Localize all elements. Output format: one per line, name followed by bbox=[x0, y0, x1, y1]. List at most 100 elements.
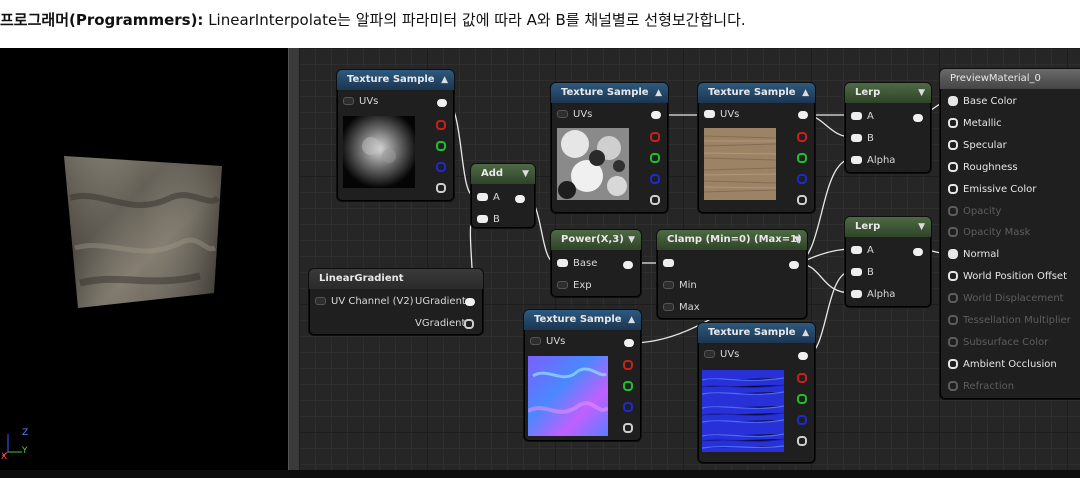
material-input-pin-icon[interactable] bbox=[948, 139, 958, 150]
texture-sample-node-1[interactable]: Texture Sample ▲ UVs bbox=[336, 69, 455, 202]
output-pin-icon[interactable] bbox=[913, 114, 923, 122]
material-input-pin-icon[interactable] bbox=[948, 358, 958, 369]
output-blue-pin-icon[interactable] bbox=[623, 402, 633, 412]
material-pin-row[interactable]: Specular bbox=[948, 139, 1007, 151]
material-pin-row[interactable]: Ambient Occlusion bbox=[948, 358, 1057, 370]
texture-sample-node-2[interactable]: Texture Sample ▲ UVs bbox=[550, 82, 669, 214]
material-input-pin-icon[interactable] bbox=[948, 380, 958, 391]
texture-sample-node-5[interactable]: Texture Sample ▲ UVs bbox=[697, 322, 816, 464]
output-red-pin-icon[interactable] bbox=[623, 360, 633, 370]
input-pin-icon[interactable] bbox=[663, 281, 674, 289]
output-blue-pin-icon[interactable] bbox=[797, 174, 807, 184]
material-input-pin-icon[interactable] bbox=[948, 315, 958, 325]
output-alpha-pin-icon[interactable] bbox=[797, 436, 807, 446]
collapse-arrow-icon[interactable]: ▼ bbox=[794, 230, 801, 250]
collapse-arrow-icon[interactable]: ▼ bbox=[918, 83, 925, 103]
output-green-pin-icon[interactable] bbox=[797, 153, 807, 163]
input-pin-icon[interactable] bbox=[663, 259, 674, 267]
material-input-pin-icon[interactable] bbox=[948, 249, 958, 260]
collapse-arrow-icon[interactable]: ▲ bbox=[802, 323, 809, 343]
material-pin-row[interactable]: Opacity Mask bbox=[948, 227, 1030, 238]
input-pin-icon[interactable] bbox=[343, 97, 354, 105]
output-red-pin-icon[interactable] bbox=[650, 132, 660, 142]
input-pin-icon[interactable] bbox=[315, 297, 326, 305]
output-rgb-pin-icon[interactable] bbox=[651, 111, 661, 119]
output-red-pin-icon[interactable] bbox=[797, 373, 807, 383]
preview-viewport[interactable]: Z Y X bbox=[0, 48, 288, 470]
output-pin-icon[interactable] bbox=[913, 248, 923, 256]
output-pin-icon[interactable] bbox=[789, 261, 799, 269]
output-alpha-pin-icon[interactable] bbox=[797, 195, 807, 205]
output-blue-pin-icon[interactable] bbox=[650, 174, 660, 184]
output-pin-icon[interactable] bbox=[623, 261, 633, 269]
input-pin-icon[interactable] bbox=[557, 259, 568, 267]
collapse-arrow-icon[interactable]: ▼ bbox=[918, 217, 925, 237]
output-rgb-pin-icon[interactable] bbox=[624, 339, 634, 347]
output-green-pin-icon[interactable] bbox=[650, 153, 660, 163]
input-pin-icon[interactable] bbox=[477, 193, 488, 201]
material-pin-row[interactable]: Subsurface Color bbox=[948, 336, 1048, 348]
output-alpha-pin-icon[interactable] bbox=[436, 183, 446, 193]
collapse-arrow-icon[interactable]: ▲ bbox=[655, 83, 662, 103]
linear-gradient-node[interactable]: LinearGradient UV Channel (V2) UGradient… bbox=[308, 268, 484, 336]
output-rgb-pin-icon[interactable] bbox=[798, 352, 808, 360]
ugradient-output-pin-icon[interactable] bbox=[465, 298, 475, 306]
lerp-node-2[interactable]: Lerp ▼ A B Alpha bbox=[844, 216, 932, 308]
output-green-pin-icon[interactable] bbox=[797, 394, 807, 404]
input-pin-icon[interactable] bbox=[477, 215, 488, 223]
input-pin-icon[interactable] bbox=[557, 281, 568, 289]
input-pin-icon[interactable] bbox=[557, 110, 568, 118]
output-alpha-pin-icon[interactable] bbox=[623, 423, 633, 433]
input-pin-icon[interactable] bbox=[851, 112, 862, 120]
input-pin-icon[interactable] bbox=[704, 350, 715, 358]
material-pin-row[interactable]: Normal bbox=[948, 249, 999, 260]
material-input-pin-icon[interactable] bbox=[948, 271, 958, 282]
material-graph-canvas[interactable]: Texture Sample ▲ UVs Add ▼ A B LinearGradi… bbox=[299, 48, 1080, 470]
input-pin-icon[interactable] bbox=[663, 303, 674, 311]
material-pin-row[interactable]: Refraction bbox=[948, 380, 1014, 392]
output-green-pin-icon[interactable] bbox=[436, 141, 446, 151]
output-blue-pin-icon[interactable] bbox=[797, 415, 807, 425]
clamp-node[interactable]: Clamp (Min=0) (Max=1) ▼ Min Max bbox=[656, 229, 808, 320]
preview-material-node[interactable]: PreviewMaterial_0 Base Color Metallic Spec… bbox=[939, 68, 1080, 400]
input-pin-icon[interactable] bbox=[704, 110, 715, 118]
power-node[interactable]: Power(X,3) ▼ Base Exp bbox=[550, 229, 642, 298]
texture-sample-node-3[interactable]: Texture Sample ▲ UVs bbox=[697, 82, 816, 214]
material-pin-row[interactable]: Roughness bbox=[948, 161, 1018, 173]
collapse-arrow-icon[interactable]: ▲ bbox=[802, 83, 809, 103]
material-pin-row[interactable]: World Position Offset bbox=[948, 271, 1067, 282]
material-input-pin-icon[interactable] bbox=[948, 293, 958, 304]
material-pin-row[interactable]: Emissive Color bbox=[948, 183, 1036, 195]
collapse-arrow-icon[interactable]: ▼ bbox=[628, 230, 635, 250]
input-pin-icon[interactable] bbox=[851, 134, 862, 142]
output-pin-icon[interactable] bbox=[515, 195, 525, 203]
output-red-pin-icon[interactable] bbox=[797, 132, 807, 142]
output-alpha-pin-icon[interactable] bbox=[650, 195, 660, 205]
material-input-pin-icon[interactable] bbox=[948, 205, 958, 216]
material-pin-row[interactable]: Base Color bbox=[948, 96, 1017, 107]
input-pin-icon[interactable] bbox=[851, 290, 862, 298]
add-node[interactable]: Add ▼ A B bbox=[470, 163, 536, 229]
output-rgb-pin-icon[interactable] bbox=[437, 99, 447, 107]
input-pin-icon[interactable] bbox=[851, 156, 862, 164]
material-pin-row[interactable]: Tessellation Multiplier bbox=[948, 315, 1071, 326]
output-green-pin-icon[interactable] bbox=[623, 381, 633, 391]
input-pin-icon[interactable] bbox=[851, 268, 862, 276]
input-pin-icon[interactable] bbox=[851, 246, 862, 254]
lerp-node-1[interactable]: Lerp ▼ A B Alpha bbox=[844, 82, 932, 174]
material-input-pin-icon[interactable] bbox=[948, 96, 958, 106]
collapse-arrow-icon[interactable]: ▲ bbox=[628, 310, 635, 330]
output-rgb-pin-icon[interactable] bbox=[798, 111, 808, 119]
input-pin-icon[interactable] bbox=[530, 337, 541, 345]
material-pin-row[interactable]: World Displacement bbox=[948, 293, 1064, 304]
material-input-pin-icon[interactable] bbox=[948, 117, 958, 128]
material-input-pin-icon[interactable] bbox=[948, 161, 958, 172]
material-input-pin-icon[interactable] bbox=[948, 227, 958, 238]
material-pin-row[interactable]: Opacity bbox=[948, 205, 1001, 217]
collapse-arrow-icon[interactable]: ▼ bbox=[522, 164, 529, 184]
material-input-pin-icon[interactable] bbox=[948, 183, 958, 194]
output-blue-pin-icon[interactable] bbox=[436, 162, 446, 172]
collapse-arrow-icon[interactable]: ▲ bbox=[441, 70, 448, 90]
material-input-pin-icon[interactable] bbox=[948, 336, 958, 347]
vgradient-output-pin-icon[interactable] bbox=[464, 319, 474, 329]
